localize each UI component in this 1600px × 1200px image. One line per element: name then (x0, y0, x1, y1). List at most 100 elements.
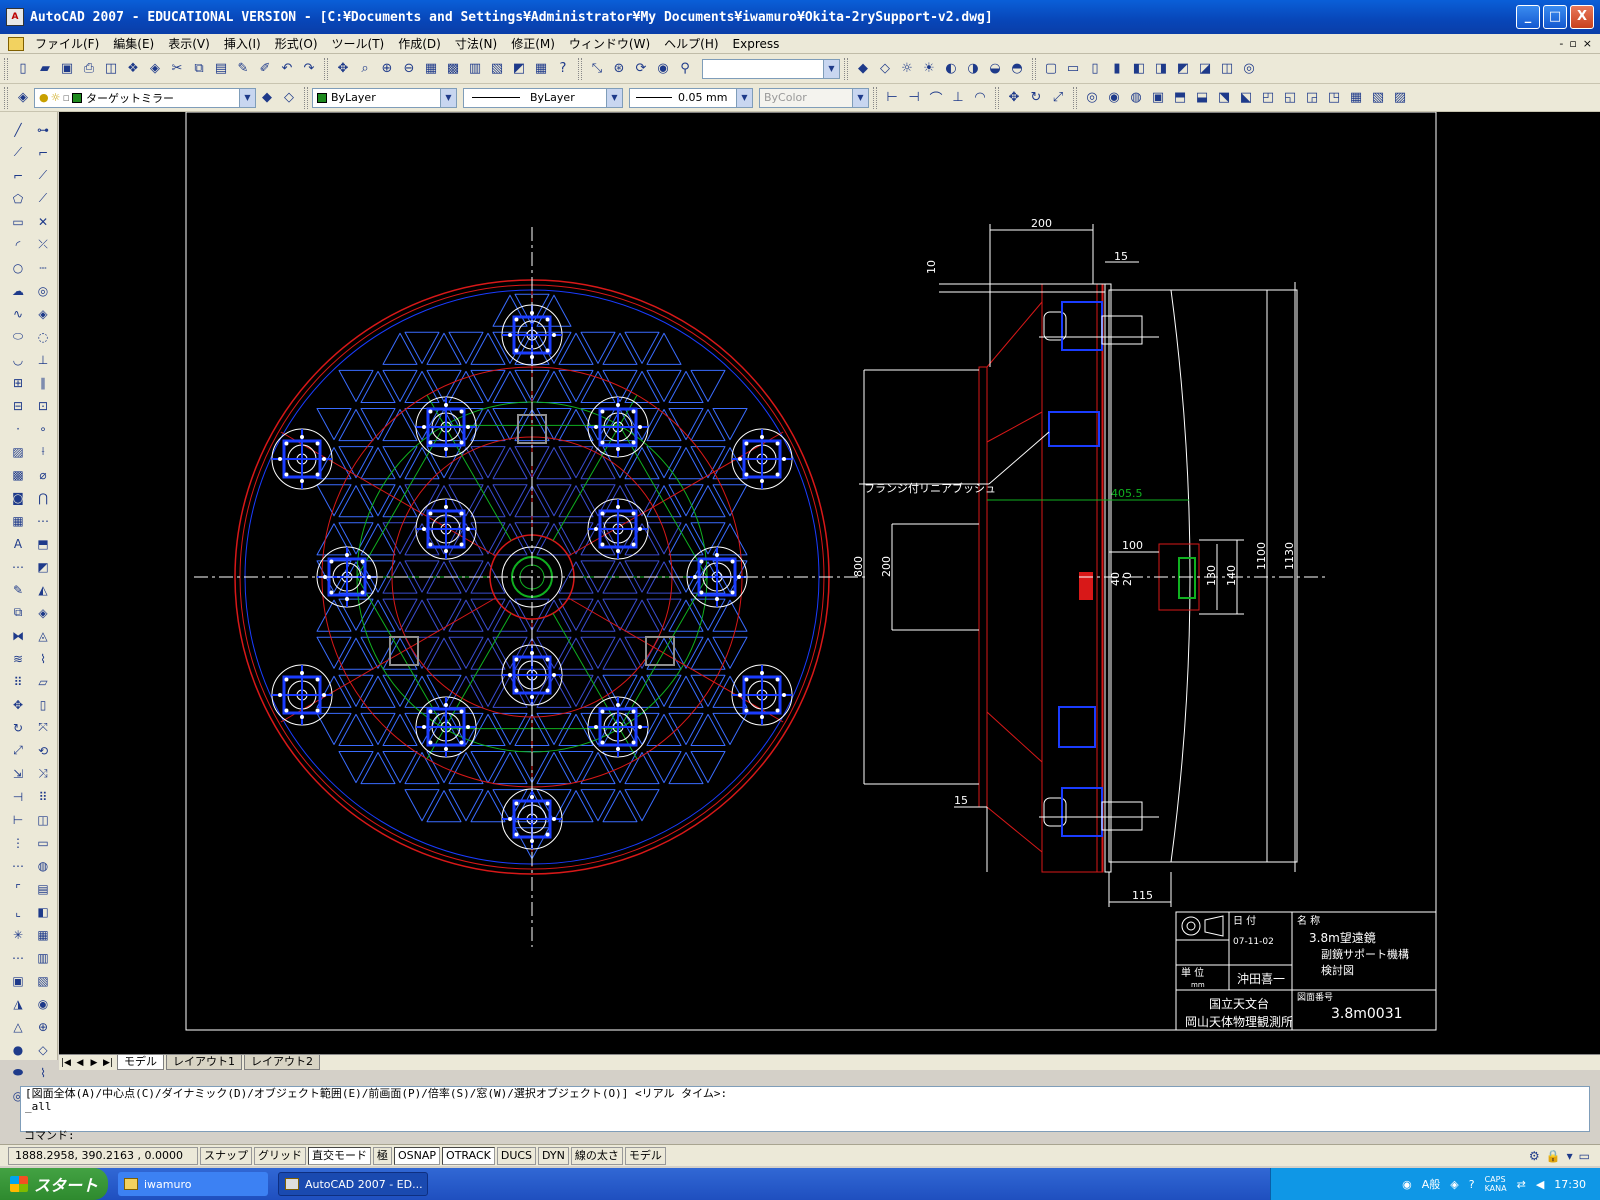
break-icon[interactable]: ⋮ (8, 832, 28, 853)
hatch-icon[interactable]: ▨ (8, 441, 28, 462)
close-button[interactable]: X (1570, 5, 1594, 29)
extrude-icon[interactable]: ⬒ (1170, 88, 1190, 108)
3d-move-icon[interactable]: ⤧ (33, 717, 53, 738)
chevron-down-icon[interactable]: ▼ (736, 88, 752, 107)
imprint-icon[interactable]: ◲ (1302, 88, 1322, 108)
ime-help-icon[interactable]: ? (1469, 1178, 1475, 1191)
arc-icon[interactable]: ◜ (8, 234, 28, 255)
paste-icon[interactable]: ▤ (211, 59, 231, 79)
menu-file[interactable]: ファイル(F) (28, 35, 106, 52)
task-autocad[interactable]: AutoCAD 2007 - ED... (278, 1172, 428, 1196)
status-ortho-button[interactable]: 直交モード (308, 1146, 371, 1165)
snap-none-icon[interactable]: ⌀ (33, 464, 53, 485)
loft-icon[interactable]: ◱ (1280, 88, 1300, 108)
erase-icon[interactable]: ✎ (8, 579, 28, 600)
zoom-previous-icon[interactable]: ⊖ (399, 59, 419, 79)
status-grid-button[interactable]: グリッド (254, 1146, 306, 1165)
make-layer-current-icon[interactable]: ◆ (257, 88, 277, 108)
lock-toolbars-icon[interactable]: 🔒 (1546, 1149, 1561, 1163)
revolve-solid-icon[interactable]: ◩ (33, 556, 53, 577)
redo-icon[interactable]: ↷ (299, 59, 319, 79)
ellipse-icon[interactable]: ⬭ (8, 326, 28, 347)
tab-next-icon[interactable]: ▶ (87, 1058, 101, 1068)
visual-style-icon[interactable]: ◓ (1007, 59, 1027, 79)
revision-cloud-icon[interactable]: ☁ (8, 280, 28, 301)
menu-draw[interactable]: 作成(D) (391, 35, 448, 52)
tab-model[interactable]: モデル (117, 1055, 164, 1070)
layer-manager-icon[interactable]: ◈ (13, 88, 33, 108)
explode-icon[interactable]: ✳ (8, 924, 28, 945)
save-icon[interactable]: ▣ (57, 59, 77, 79)
status-model-button[interactable]: モデル (624, 1146, 666, 1165)
environment-icon[interactable]: ◐ (941, 59, 961, 79)
dim-radius-icon[interactable]: ◠ (970, 88, 990, 108)
print-icon[interactable]: ⎙ (79, 59, 99, 79)
stretch-icon[interactable]: ⇲ (8, 763, 28, 784)
comm-center-icon[interactable]: ⚙ (1529, 1149, 1540, 1163)
menu-insert[interactable]: 挿入(I) (217, 35, 268, 52)
snap-tangent-icon[interactable]: ◌ (33, 326, 53, 347)
offset-icon[interactable]: ≋ (8, 648, 28, 669)
toolbar-grip[interactable] (4, 57, 8, 80)
view-right-icon[interactable]: ▮ (1107, 59, 1127, 79)
snap-endpoint-icon[interactable]: ⟋ (33, 165, 53, 186)
presspull-icon[interactable]: ◭ (33, 579, 53, 600)
copy-icon[interactable]: ⧉ (189, 59, 209, 79)
chamfer-icon[interactable]: ⌜ (8, 878, 28, 899)
sphere-icon[interactable]: ● (8, 1039, 28, 1060)
snap-insert-icon[interactable]: ⊡ (33, 395, 53, 416)
maximize-button[interactable]: □ (1543, 5, 1567, 29)
walk-icon[interactable]: ⚲ (675, 59, 695, 79)
chevron-down-icon[interactable]: ▼ (606, 88, 622, 107)
layer-previous-icon[interactable]: ◇ (279, 88, 299, 108)
extrude-face-icon[interactable]: ⬒ (33, 533, 53, 554)
menu-view[interactable]: 表示(V) (161, 35, 217, 52)
dim-aligned-icon[interactable]: ⊣ (904, 88, 924, 108)
antivirus-icon[interactable]: ◉ (1402, 1178, 1412, 1191)
zoom-realtime-icon[interactable]: ⌕ (355, 59, 375, 79)
zoom-extents-icon[interactable]: ⊛ (609, 59, 629, 79)
minimize-button[interactable]: _ (1516, 5, 1540, 29)
snap-center-icon[interactable]: ◎ (33, 280, 53, 301)
mirror-icon[interactable]: ⧓ (8, 625, 28, 646)
snap-midpoint-icon[interactable]: ⟋ (33, 188, 53, 209)
undo-icon[interactable]: ↶ (277, 59, 297, 79)
chevron-down-icon[interactable]: ▼ (239, 88, 255, 107)
rotate-icon[interactable]: ↻ (1026, 88, 1046, 108)
menu-format[interactable]: 形式(O) (268, 35, 325, 52)
solid-subtract-icon[interactable]: ◉ (1104, 88, 1124, 108)
open-file-icon[interactable]: ▰ (35, 59, 55, 79)
construction-line-icon[interactable]: ⟋ (8, 142, 28, 163)
polyline-icon[interactable]: ⌐ (8, 165, 28, 186)
network-icon[interactable]: ⇄ (1517, 1178, 1526, 1191)
chevron-down-icon[interactable]: ▼ (440, 88, 456, 107)
camera-icon[interactable]: ◉ (653, 59, 673, 79)
make-block-icon[interactable]: ⊟ (8, 395, 28, 416)
doc-minimize-button[interactable]: - (1559, 37, 1563, 50)
render-preset-icon[interactable]: ◒ (985, 59, 1005, 79)
spline-icon[interactable]: ∿ (8, 303, 28, 324)
zoom-window-icon[interactable]: ⊕ (377, 59, 397, 79)
gradient-icon[interactable]: ▩ (8, 464, 28, 485)
tab-first-icon[interactable]: |◀ (59, 1058, 73, 1068)
3d-rotate-icon[interactable]: ⟲ (33, 740, 53, 761)
solid-union-icon[interactable]: ◎ (1082, 88, 1102, 108)
chevron-down-icon[interactable]: ▼ (823, 59, 839, 78)
dim-ordinate-icon[interactable]: ⊥ (948, 88, 968, 108)
slice-icon[interactable]: ⬔ (1214, 88, 1234, 108)
osnap-settings-icon[interactable]: ⋂ (33, 487, 53, 508)
match-properties-icon[interactable]: ✎ (233, 59, 253, 79)
snap-nearest-icon[interactable]: ⟊ (33, 441, 53, 462)
tab-layout2[interactable]: レイアウト2 (244, 1055, 320, 1070)
array-icon[interactable]: ⠿ (8, 671, 28, 692)
loft-solid-icon[interactable]: ◬ (33, 625, 53, 646)
publish-icon[interactable]: ❖ (123, 59, 143, 79)
view-camera-icon[interactable]: ◫ (1217, 59, 1237, 79)
section-icon[interactable]: ⬕ (1236, 88, 1256, 108)
doc-restore-button[interactable]: ▫ (1569, 37, 1576, 50)
tabulated-surface-icon[interactable]: ▧ (33, 970, 53, 991)
ime-indicator[interactable]: A般 (1422, 1176, 1441, 1192)
light-icon[interactable]: ☼ (897, 59, 917, 79)
thicken-icon[interactable]: ▤ (33, 878, 53, 899)
clean-icon[interactable]: ▨ (1390, 88, 1410, 108)
